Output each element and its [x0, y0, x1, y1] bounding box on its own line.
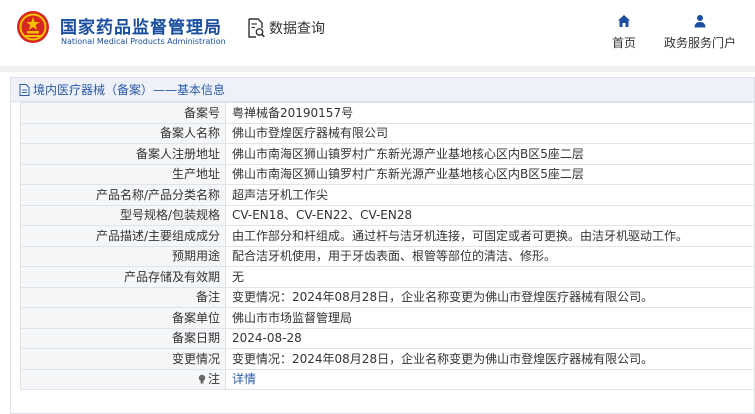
nav-service-portal[interactable]: 政务服务门户 [660, 14, 740, 51]
field-label: 型号规格/包装规格 [20, 204, 226, 226]
field-label: 产品描述/主要组成成分 [20, 225, 226, 247]
field-value: 佛山市登煌医疗器械有限公司 [225, 122, 755, 144]
field-label: 生产地址 [20, 163, 226, 185]
document-icon [19, 83, 30, 96]
data-query-tab[interactable]: 数据查询 [247, 18, 325, 38]
table-row: 型号规格/包装规格 CV-EN18、CV-EN22、CV-EN28 [20, 204, 755, 226]
breadcrumb-text: 境内医疗器械（备案）——基本信息 [33, 83, 226, 97]
field-value: 无 [225, 266, 755, 288]
field-label: 备案人注册地址 [20, 143, 226, 165]
table-row: 变更情况 变更情况：2024年08月28日，企业名称变更为佛山市登煌医疗器械有限公… [20, 348, 755, 370]
field-value: 粤禅械备20190157号 [225, 102, 755, 124]
table-row: 备案人名称 佛山市登煌医疗器械有限公司 [20, 122, 755, 144]
user-icon [694, 15, 706, 28]
remark-label-cell: 注 [20, 368, 226, 390]
table-row: 备案号 粤禅械备20190157号 [20, 102, 755, 124]
table-row: 备案日期 2024-08-28 [20, 327, 755, 349]
document-search-icon [248, 18, 265, 38]
field-value: 佛山市南海区狮山镇罗村广东新光源产业基地核心区内B区5座二层 [225, 163, 755, 185]
home-icon [618, 15, 630, 27]
field-label: 备案人名称 [20, 122, 226, 144]
data-query-label: 数据查询 [269, 21, 325, 37]
table-row: 备案单位 佛山市市场监督管理局 [20, 307, 755, 329]
field-value: 超声洁牙机工作尖 [225, 184, 755, 206]
remark-value-cell: 详情 [225, 368, 755, 390]
agency-name: 国家药品监督管理局 [60, 18, 222, 38]
field-label: 备案日期 [20, 327, 226, 349]
nav-home[interactable]: 首页 [604, 14, 644, 51]
field-label: 备案单位 [20, 307, 226, 329]
table-row: 产品名称/产品分类名称 超声洁牙机工作尖 [20, 184, 755, 206]
remark-label: 注 [207, 372, 220, 387]
record-table: 备案号 粤禅械备20190157号 备案人名称 佛山市登煌医疗器械有限公司 备案人注册地… [20, 102, 755, 390]
bulb-icon [198, 375, 206, 384]
header-divider [0, 66, 755, 72]
field-label: 备注 [20, 286, 226, 308]
table-row: 备案人注册地址 佛山市南海区狮山镇罗村广东新光源产业基地核心区内B区5座二层 [20, 143, 755, 165]
nav-service-label: 政务服务门户 [663, 36, 736, 50]
nav-home-label: 首页 [611, 36, 636, 50]
field-value: CV-EN18、CV-EN22、CV-EN28 [225, 204, 755, 226]
table-row: 产品存储及有效期无 [20, 266, 755, 288]
field-value: 变更情况：2024年08月28日，企业名称变更为佛山市登煌医疗器械有限公司。 [225, 286, 755, 308]
record-detail-panel: 境内医疗器械（备案）——基本信息 备案号 粤禅械备20190157号 备案人名称 佛山… [10, 77, 755, 414]
field-value: 佛山市市场监督管理局 [225, 307, 755, 329]
remark-row: 注详情 [20, 368, 755, 390]
field-value: 配合洁牙机使用，用于牙齿表面、根管等部位的清洁、修形。 [225, 245, 755, 267]
table-row: 生产地址 佛山市南海区狮山镇罗村广东新光源产业基地核心区内B区5座二层 [20, 163, 755, 185]
breadcrumb: 境内医疗器械（备案）——基本信息 [11, 78, 754, 102]
site-header: 国家药品监督管理局 National Medical Products Admi… [0, 0, 755, 66]
field-label: 产品名称/产品分类名称 [20, 184, 226, 206]
agency-name-english: National Medical Products Administration [61, 37, 226, 46]
detail-link[interactable]: 详情 [232, 372, 256, 386]
table-row: 备注 变更情况：2024年08月28日，企业名称变更为佛山市登煌医疗器械有限公司。 [20, 286, 755, 308]
field-label: 变更情况 [20, 348, 226, 370]
field-label: 产品存储及有效期 [20, 266, 226, 288]
field-label: 备案号 [20, 102, 226, 124]
national-emblem-logo[interactable] [16, 10, 50, 44]
field-value: 由工作部分和杆组成。通过杆与洁牙机连接，可固定或者可更换。由洁牙机驱动工作。 [225, 225, 755, 247]
table-row: 预期用途 配合洁牙机使用，用于牙齿表面、根管等部位的清洁、修形。 [20, 245, 755, 267]
field-label: 预期用途 [20, 245, 226, 267]
table-row: 产品描述/主要组成成分 由工作部分和杆组成。通过杆与洁牙机连接，可固定或者可更换。… [20, 225, 755, 247]
field-value: 佛山市南海区狮山镇罗村广东新光源产业基地核心区内B区5座二层 [225, 143, 755, 165]
field-value: 变更情况：2024年08月28日，企业名称变更为佛山市登煌医疗器械有限公司。 [225, 348, 755, 370]
field-value: 2024-08-28 [225, 327, 755, 349]
